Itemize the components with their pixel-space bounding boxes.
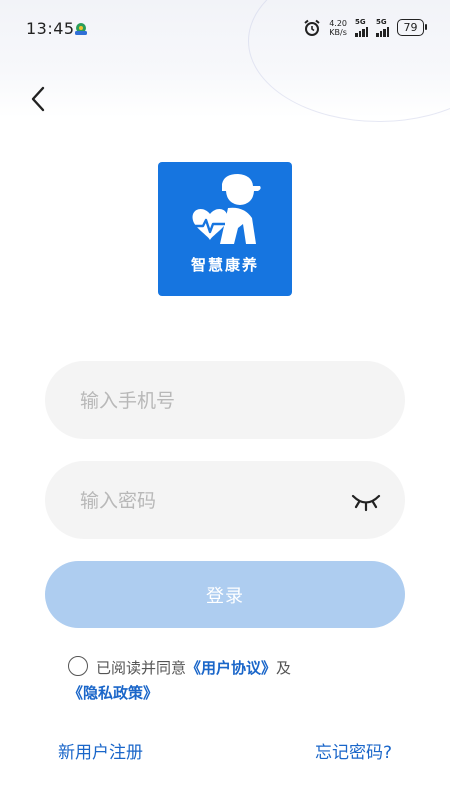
eye-closed-icon[interactable] (351, 487, 381, 513)
sim2-network-label: 5G (376, 18, 387, 26)
status-icons: 4.20 KB/s 5G 5G 79 (303, 18, 427, 37)
agreement-prefix: 已阅读并同意 (96, 659, 187, 677)
battery-icon: 79 (397, 19, 427, 36)
phone-field-container (45, 361, 405, 441)
logo-text: 智慧康养 (190, 256, 259, 274)
agreement-line-2: 《隐私政策》 (68, 680, 158, 706)
status-time: 13:45 (26, 19, 75, 38)
agreement-checkbox[interactable] (68, 656, 88, 676)
network-speed-unit: KB/s (329, 27, 347, 37)
password-field-container (45, 461, 405, 541)
sim1-network-label: 5G (355, 18, 366, 26)
back-arrow-icon[interactable] (26, 84, 52, 114)
app-logo: 智慧康养 (158, 162, 292, 296)
network-speed: 4.20 KB/s (329, 19, 347, 37)
alarm-icon (304, 19, 320, 36)
password-input[interactable] (78, 461, 352, 541)
forgot-password-link[interactable]: 忘记密码? (315, 738, 392, 763)
network-speed-value: 4.20 (329, 18, 347, 28)
login-button[interactable]: 登录 (45, 561, 405, 628)
status-bar: 13:45 4.20 KB/s 5G 5G 79 (0, 0, 450, 58)
register-link[interactable]: 新用户注册 (58, 738, 143, 763)
signal-sim2-icon: 5G (376, 18, 389, 37)
caregiver-heart-icon (192, 174, 261, 244)
notification-app-icon (75, 23, 87, 35)
signal-sim1-icon: 5G (355, 18, 368, 37)
agreement-and: 及 (276, 659, 292, 677)
privacy-policy-link[interactable]: 《隐私政策》 (68, 684, 158, 702)
user-agreement-link[interactable]: 《用户协议》 (186, 659, 276, 677)
phone-input[interactable] (78, 361, 352, 441)
agreement-line-1: 已阅读并同意《用户协议》及 (96, 655, 291, 681)
